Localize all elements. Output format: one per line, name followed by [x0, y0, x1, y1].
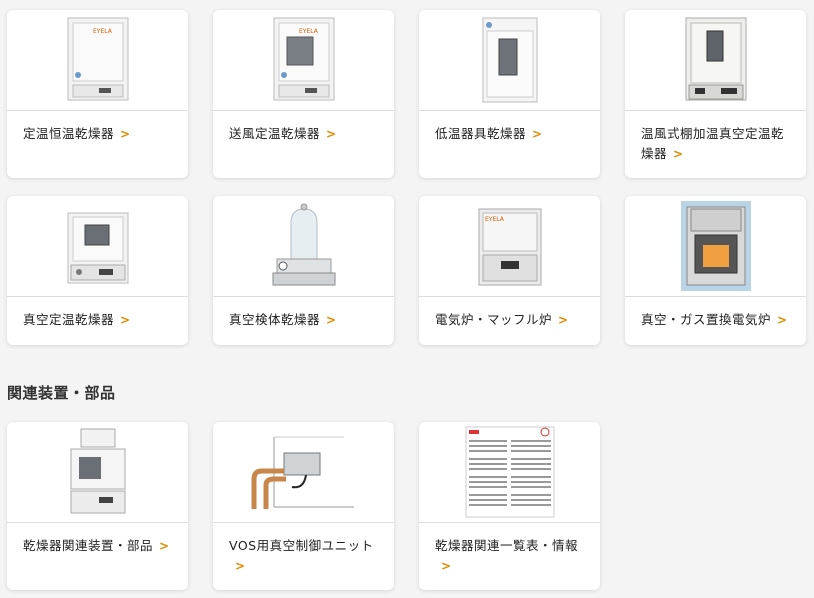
chevron-right-icon: > [441, 559, 452, 573]
chevron-right-icon: > [558, 313, 569, 327]
section-title: 関連装置・部品 [7, 384, 116, 402]
oven-icon: EYELA [7, 10, 188, 111]
chevron-right-icon: > [159, 539, 170, 553]
product-grid: EYELA 定温恒温乾燥器 > EYELA 送風定温乾燥器 > 低温器具乾燥器 … [7, 10, 806, 345]
vacuum-dryer-icon [7, 196, 188, 297]
related-card[interactable]: VOS用真空制御ユニット > [213, 422, 394, 590]
product-label: 真空・ガス置換電気炉 [641, 312, 772, 327]
related-label: 乾燥器関連装置・部品 [23, 538, 154, 553]
oven-window-icon: EYELA [213, 10, 394, 111]
related-grid: 乾燥器関連装置・部品 > VOS用真空制御ユニット > 乾燥器関連一覧表・情報> [7, 422, 806, 590]
related-card[interactable]: 乾燥器関連一覧表・情報 > [419, 422, 600, 590]
gas-furnace-icon [625, 196, 806, 297]
product-card[interactable]: EYELA 送風定温乾燥器 > [213, 10, 394, 178]
product-label: 電気炉・マッフル炉 [435, 312, 553, 327]
bell-jar-icon [213, 196, 394, 297]
product-card[interactable]: 真空・ガス置換電気炉 > [625, 196, 806, 345]
stacked-dryer-icon [7, 422, 188, 523]
chevron-right-icon: > [673, 147, 684, 161]
product-label: 送風定温乾燥器 [229, 126, 321, 141]
vacuum-oven-icon [625, 10, 806, 111]
product-card[interactable]: 低温器具乾燥器 > [419, 10, 600, 178]
product-category-page: EYELA 定温恒温乾燥器 > EYELA 送風定温乾燥器 > 低温器具乾燥器 … [0, 0, 814, 598]
tall-oven-icon [419, 10, 600, 111]
product-card[interactable]: 真空定温乾燥器 > [7, 196, 188, 345]
chevron-right-icon: > [120, 313, 131, 327]
muffle-furnace-icon: EYELA [419, 196, 600, 297]
chevron-right-icon: > [326, 127, 337, 141]
product-label: 低温器具乾燥器 [435, 126, 527, 141]
product-label: 温風式棚加温真空定温乾燥器 [641, 126, 785, 161]
product-label: 真空検体乾燥器 [229, 312, 321, 327]
product-label: 真空定温乾燥器 [23, 312, 115, 327]
chevron-right-icon: > [777, 313, 788, 327]
product-card[interactable]: EYELA 電気炉・マッフル炉 > [419, 196, 600, 345]
document-icon [419, 422, 600, 523]
svg-text:EYELA: EYELA [485, 216, 505, 223]
svg-text:EYELA: EYELA [299, 28, 319, 35]
related-label: VOS用真空制御ユニット [229, 538, 374, 553]
chevron-right-icon: > [120, 127, 131, 141]
chevron-right-icon: > [235, 559, 246, 573]
product-card[interactable]: 温風式棚加温真空定温乾燥器 > [625, 10, 806, 178]
vacuum-control-unit-icon [213, 422, 394, 523]
chevron-right-icon: > [326, 313, 337, 327]
product-card[interactable]: 真空検体乾燥器 > [213, 196, 394, 345]
svg-text:EYELA: EYELA [93, 28, 113, 35]
related-card[interactable]: 乾燥器関連装置・部品 > [7, 422, 188, 590]
product-label: 定温恒温乾燥器 [23, 126, 115, 141]
chevron-right-icon: > [532, 127, 543, 141]
product-card[interactable]: EYELA 定温恒温乾燥器 > [7, 10, 188, 178]
related-label: 乾燥器関連一覧表・情報 [435, 538, 579, 553]
